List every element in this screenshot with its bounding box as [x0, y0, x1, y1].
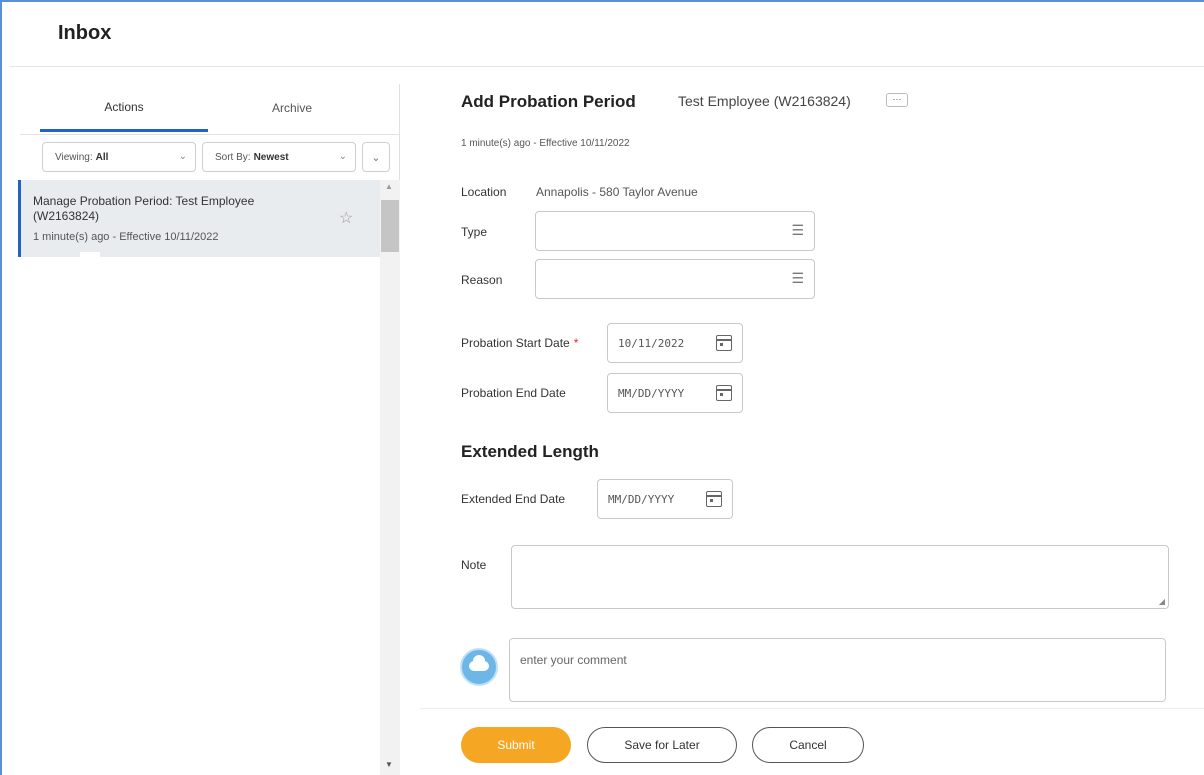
viewing-filter-value: All: [95, 151, 109, 163]
tab-archive[interactable]: Archive: [208, 84, 376, 132]
cancel-button[interactable]: Cancel: [752, 727, 864, 763]
probation-start-date-label-text: Probation Start Date: [461, 336, 570, 350]
tab-actions[interactable]: Actions: [40, 84, 208, 132]
avatar: [460, 648, 498, 686]
extended-end-date-placeholder: MM/DD/YYYY: [608, 492, 675, 506]
probation-start-date-field[interactable]: 10/11/2022: [607, 323, 743, 363]
footer-divider: [420, 708, 1204, 709]
page-title: Inbox: [58, 22, 112, 44]
cloud-avatar-icon: [469, 655, 489, 671]
probation-start-date-label: Probation Start Date *: [461, 336, 578, 350]
calendar-icon[interactable]: [706, 491, 722, 507]
form-title: Add Probation Period: [461, 92, 636, 111]
extended-end-date-field[interactable]: MM/DD/YYYY: [597, 479, 733, 519]
inbox-sidebar: Actions Archive Viewing: All ⌄ Sort By: …: [10, 84, 400, 775]
required-asterisk: *: [573, 336, 579, 350]
header-divider: [10, 66, 1204, 67]
calendar-icon[interactable]: [716, 385, 732, 401]
employee-name[interactable]: Test Employee (W2163824): [678, 93, 851, 109]
sort-label: Sort By:: [215, 151, 251, 163]
note-label: Note: [461, 558, 487, 572]
note-textarea[interactable]: ◢: [511, 545, 1169, 609]
tabs-divider: [20, 134, 400, 135]
star-icon[interactable]: ☆: [339, 208, 353, 228]
extended-length-heading: Extended Length: [461, 442, 599, 461]
inbox-item-title: Manage Probation Period: Test Employee (…: [33, 194, 255, 223]
save-for-later-button[interactable]: Save for Later: [587, 727, 737, 763]
scroll-up-arrow-icon[interactable]: ▲: [385, 182, 393, 191]
inbox-item-timestamp: 1 minute(s) ago - Effective 10/11/2022: [33, 231, 219, 243]
task-meta: 1 minute(s) ago - Effective 10/11/2022: [461, 138, 630, 149]
task-form: Add Probation Period Test Employee (W216…: [400, 70, 1204, 775]
probation-end-date-placeholder: MM/DD/YYYY: [618, 386, 685, 400]
chevron-down-icon: ⌄: [338, 151, 347, 162]
type-label: Type: [461, 225, 488, 239]
sort-dropdown[interactable]: Sort By: Newest ⌄: [202, 142, 356, 172]
sort-value: Newest: [253, 151, 289, 163]
list-icon[interactable]: ☰: [791, 222, 804, 239]
list-icon[interactable]: ☰: [791, 270, 804, 287]
resize-handle-icon[interactable]: ◢: [1159, 597, 1165, 606]
location-value: Annapolis - 580 Taylor Avenue: [536, 185, 698, 199]
chevron-down-icon: ⌄: [178, 151, 187, 162]
extended-end-date-label: Extended End Date: [461, 492, 566, 506]
more-actions-button[interactable]: ···: [886, 93, 908, 107]
probation-start-date-value: 10/11/2022: [618, 336, 685, 350]
item-gap: [80, 252, 100, 257]
location-label: Location: [461, 185, 507, 199]
viewing-filter-label: Viewing:: [55, 151, 93, 163]
viewing-filter-dropdown[interactable]: Viewing: All ⌄: [42, 142, 196, 172]
list-scrollbar[interactable]: ▲ ▼: [380, 180, 400, 775]
reason-prompt-field[interactable]: ☰: [535, 259, 815, 299]
probation-end-date-label: Probation End Date: [461, 386, 566, 400]
submit-button[interactable]: Submit: [461, 727, 571, 763]
scrollbar-thumb[interactable]: [381, 200, 399, 252]
chevron-down-icon: ⌄: [371, 151, 381, 164]
expand-filters-button[interactable]: ⌄: [362, 142, 390, 172]
scroll-down-arrow-icon[interactable]: ▼: [385, 760, 393, 769]
calendar-icon[interactable]: [716, 335, 732, 351]
probation-end-date-field[interactable]: MM/DD/YYYY: [607, 373, 743, 413]
inbox-list-item[interactable]: Manage Probation Period: Test Employee (…: [18, 180, 380, 257]
type-prompt-field[interactable]: ☰: [535, 211, 815, 251]
comment-input[interactable]: enter your comment: [509, 638, 1166, 702]
reason-label: Reason: [461, 273, 503, 287]
